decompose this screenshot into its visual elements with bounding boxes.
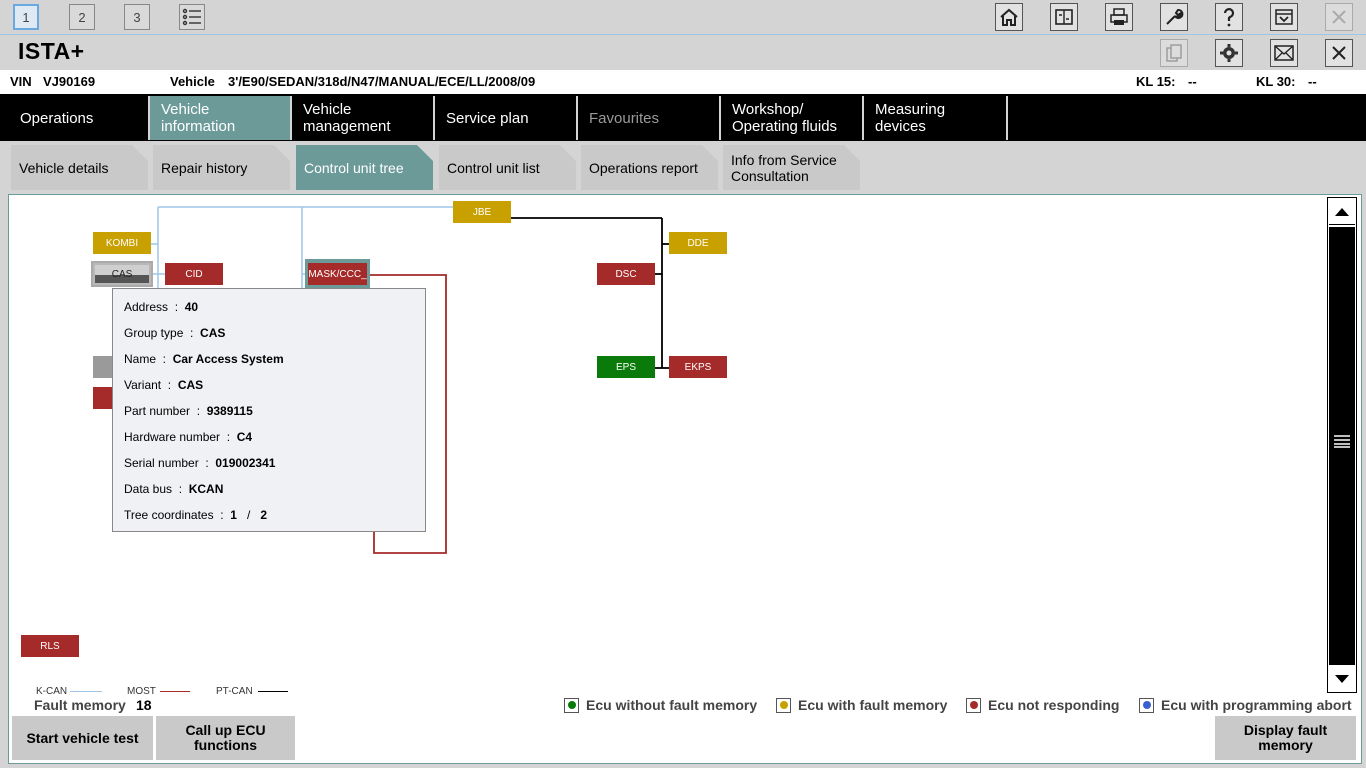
tooltip-variant: Variant : CAS <box>124 378 204 392</box>
ecu-cid[interactable]: CID <box>165 263 223 285</box>
kcan-line-sample <box>70 691 102 692</box>
fault-memory-label: Fault memory <box>34 697 126 713</box>
bus-legend-most: MOST <box>127 686 156 694</box>
call-ecu-functions-button[interactable]: Call up ECU functions <box>156 716 295 760</box>
fault-memory-count: 18 <box>136 697 152 713</box>
ecu-dde[interactable]: DDE <box>669 232 727 254</box>
arrow-down-icon <box>1335 674 1349 683</box>
tooltip-name: Name : Car Access System <box>124 352 284 366</box>
tooltip-address: Address : 40 <box>124 300 199 314</box>
tooltip-part-number: Part number : 9389115 <box>124 404 253 418</box>
start-vehicle-test-button[interactable]: Start vehicle test <box>12 716 153 760</box>
ecu-mask-ccc[interactable]: MASK/CCC_ <box>308 263 367 285</box>
ecu-kombi[interactable]: KOMBI <box>93 232 151 254</box>
display-fault-memory-button[interactable]: Display fault memory <box>1215 716 1356 760</box>
ecu-jbe[interactable]: JBE <box>453 201 511 223</box>
ecu-rls[interactable]: RLS <box>21 635 79 657</box>
green-status-icon <box>564 697 579 713</box>
tooltip-serial-number: Serial number : 019002341 <box>124 456 276 470</box>
scroll-up-button[interactable] <box>1329 199 1355 225</box>
ecu-details-tooltip: Address : 40 Group type : CAS Name : Car… <box>112 288 426 532</box>
arrow-up-icon <box>1335 207 1349 216</box>
tooltip-hardware-number: Hardware number : C4 <box>124 430 253 444</box>
bus-legend-ptcan: PT-CAN <box>216 686 253 694</box>
ecu-cas[interactable]: CAS <box>95 265 149 283</box>
bus-legend-kcan: K-CAN <box>36 686 68 694</box>
most-line-sample <box>160 691 190 692</box>
tooltip-group-type: Group type : CAS <box>124 326 226 340</box>
tooltip-tree-coordinates: Tree coordinates : 1 / 2 <box>124 508 268 522</box>
ecu-dsc[interactable]: DSC <box>597 263 655 285</box>
blue-status-icon <box>1139 697 1154 713</box>
legend-with-fault: Ecu with fault memory <box>776 697 947 713</box>
legend-programming-abort: Ecu with programming abort <box>1139 697 1352 713</box>
scroll-down-button[interactable] <box>1329 664 1355 692</box>
yellow-status-icon <box>776 697 791 713</box>
tooltip-data-bus: Data bus : KCAN <box>124 482 224 496</box>
red-status-icon <box>966 697 981 713</box>
legend-no-fault: Ecu without fault memory <box>564 697 757 713</box>
grip-icon <box>1334 435 1350 448</box>
ptcan-line-sample <box>258 691 288 692</box>
ecu-eps[interactable]: EPS <box>597 356 655 378</box>
bus-legend: K-CAN MOST PT-CAN <box>20 684 340 694</box>
ecu-ekps[interactable]: EKPS <box>669 356 727 378</box>
legend-not-responding: Ecu not responding <box>966 697 1119 713</box>
